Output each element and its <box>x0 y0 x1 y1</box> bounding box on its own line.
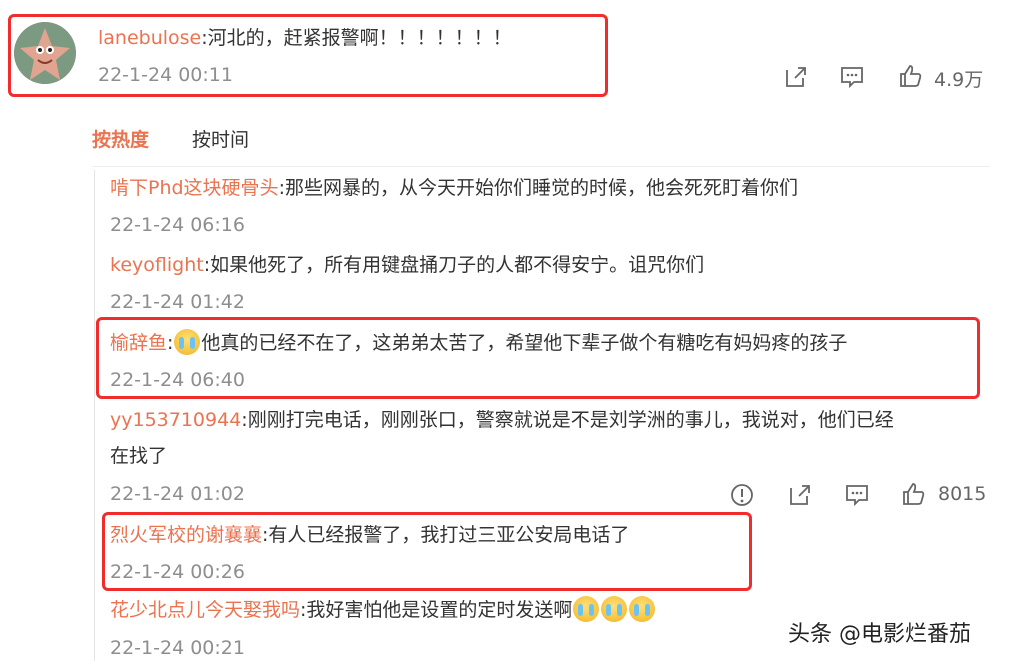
like-icon[interactable] <box>900 480 928 508</box>
like-icon[interactable] <box>897 62 925 90</box>
share-icon[interactable] <box>782 63 810 91</box>
reply-text-continued: 在找了 <box>110 445 168 467</box>
reply-line: 啃下Phd这块硬骨头:那些网暴的，从今天开始你们睡觉的时候，他会死死盯着你们 <box>110 175 798 201</box>
watermark: 头条 @电影烂番茄 <box>788 622 971 647</box>
reply-username[interactable]: keyoflight <box>110 254 204 276</box>
reply-like-count: 8015 <box>938 483 987 505</box>
reply-text: :刚刚打完电话，刚刚张口，警察就说是不是刘学洲的事儿，我说对，他们已经 <box>241 409 894 431</box>
reply-line: yy153710944:刚刚打完电话，刚刚张口，警察就说是不是刘学洲的事儿，我说… <box>110 407 894 433</box>
reply-line: 花少北点儿今天娶我吗:我好害怕他是设置的定时发送啊 <box>110 596 656 623</box>
crying-emoji-icon <box>573 596 600 622</box>
reply-timestamp: 22-1-24 06:16 <box>110 214 245 236</box>
highlight-box <box>96 317 980 399</box>
divider <box>92 166 990 167</box>
main-like-count: 4.9万 <box>934 69 984 91</box>
crying-emoji-icon <box>629 596 656 622</box>
reply-line: keyoflight:如果他死了，所有用键盘捅刀子的人都不得安宁。诅咒你们 <box>110 252 704 278</box>
crying-emoji-icon <box>601 596 628 622</box>
report-icon[interactable] <box>728 481 756 509</box>
reply-timestamp: 22-1-24 01:02 <box>110 483 245 505</box>
highlight-box <box>102 512 752 591</box>
reply-timestamp: 22-1-24 01:42 <box>110 291 245 313</box>
tab-sort-time[interactable]: 按时间 <box>192 125 249 152</box>
reply-text: :我好害怕他是设置的定时发送啊 <box>300 599 573 621</box>
reply-text: :如果他死了，所有用键盘捅刀子的人都不得安宁。诅咒你们 <box>203 254 705 276</box>
reply-username[interactable]: yy153710944 <box>110 409 241 431</box>
reply-text: :那些网暴的，从今天开始你们睡觉的时候，他会死死盯着你们 <box>278 177 798 199</box>
highlight-box <box>8 14 608 97</box>
thread-line <box>94 170 95 661</box>
comment-icon[interactable] <box>843 481 871 509</box>
reply-username[interactable]: 啃下Phd这块硬骨头 <box>110 177 279 199</box>
tab-sort-hot[interactable]: 按热度 <box>92 125 149 152</box>
reply-username[interactable]: 花少北点儿今天娶我吗 <box>110 599 300 621</box>
reply-timestamp: 22-1-24 00:21 <box>110 637 245 659</box>
share-icon[interactable] <box>786 481 814 509</box>
comment-icon[interactable] <box>838 63 866 91</box>
